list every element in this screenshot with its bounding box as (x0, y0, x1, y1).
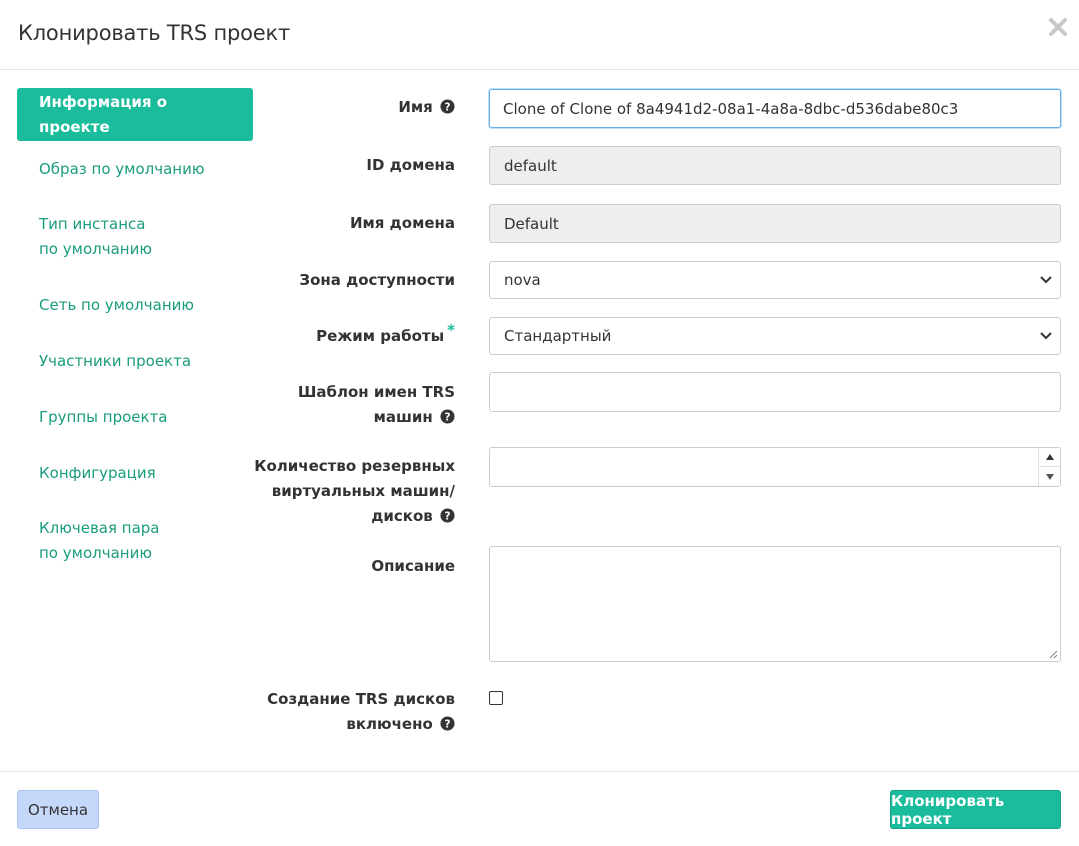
question-circle-icon[interactable]: ? (440, 716, 455, 731)
description-label: Описание (371, 557, 455, 575)
domain-id-field: default (489, 146, 1061, 185)
svg-text:?: ? (445, 510, 451, 522)
availability-zone-select[interactable]: nova (489, 261, 1061, 299)
nav-item-default-image[interactable]: Образ по умолчанию (17, 141, 253, 197)
name-template-label: Шаблон имен TRS машин ? (297, 383, 455, 426)
nav-item-project-members[interactable]: Участники проекта (17, 333, 253, 389)
trs-disks-checkbox[interactable] (489, 691, 503, 705)
clone-project-button[interactable]: Клонировать проект (890, 790, 1061, 829)
svg-text:?: ? (445, 411, 451, 423)
triangle-down-icon (1045, 473, 1054, 480)
name-label: Имя ? (398, 95, 455, 120)
question-circle-icon[interactable]: ? (440, 508, 455, 523)
availability-zone-label: Зона доступности (299, 271, 455, 289)
question-circle-icon[interactable]: ? (440, 99, 455, 114)
wizard-nav: Информация о проекте Образ по умолчанию … (17, 88, 253, 581)
nav-item-default-flavor[interactable]: Тип инстанса по умолчанию (17, 197, 187, 277)
mode-label: Режим работы * (316, 321, 455, 345)
triangle-up-icon (1045, 454, 1054, 460)
number-stepper[interactable] (1038, 448, 1060, 486)
nav-item-default-network[interactable]: Сеть по умолчанию (17, 277, 253, 333)
mode-select[interactable]: Стандартный (489, 317, 1061, 355)
chevron-down-icon (1040, 276, 1052, 284)
name-input[interactable]: Clone of Clone of 8a4941d2-08a1-4a8a-8db… (489, 89, 1061, 128)
description-textarea[interactable] (489, 546, 1061, 662)
chevron-down-icon (1040, 332, 1052, 340)
trs-disks-label: Создание TRS дисков включено ? (267, 690, 455, 733)
resize-grip-icon[interactable] (1048, 649, 1058, 659)
question-circle-icon[interactable]: ? (440, 409, 455, 424)
stepper-down-button[interactable] (1039, 467, 1060, 486)
required-mark: * (447, 321, 455, 339)
reserve-count-label: Количество резервных виртуальных машин/ … (254, 457, 455, 525)
modal-title: Клонировать TRS проект (18, 21, 291, 45)
domain-name-label: Имя домена (349, 214, 455, 232)
close-icon (1049, 18, 1067, 36)
close-button[interactable] (1047, 16, 1069, 38)
svg-text:?: ? (445, 101, 451, 113)
modal-header: Клонировать TRS проект (0, 0, 1079, 70)
domain-name-field: Default (489, 204, 1061, 243)
svg-text:?: ? (445, 718, 451, 730)
name-template-input[interactable] (489, 372, 1061, 412)
nav-item-configuration[interactable]: Конфигурация (17, 445, 253, 501)
domain-id-label: ID домена (366, 156, 455, 174)
modal-footer: Отмена Клонировать проект (0, 771, 1079, 846)
reserve-count-input[interactable] (489, 447, 1061, 487)
nav-item-project-groups[interactable]: Группы проекта (17, 389, 253, 445)
cancel-button[interactable]: Отмена (17, 790, 99, 829)
stepper-up-button[interactable] (1039, 448, 1060, 467)
nav-item-project-info[interactable]: Информация о проекте (17, 88, 253, 141)
nav-item-default-keypair[interactable]: Ключевая пара по умолчанию (17, 501, 187, 581)
